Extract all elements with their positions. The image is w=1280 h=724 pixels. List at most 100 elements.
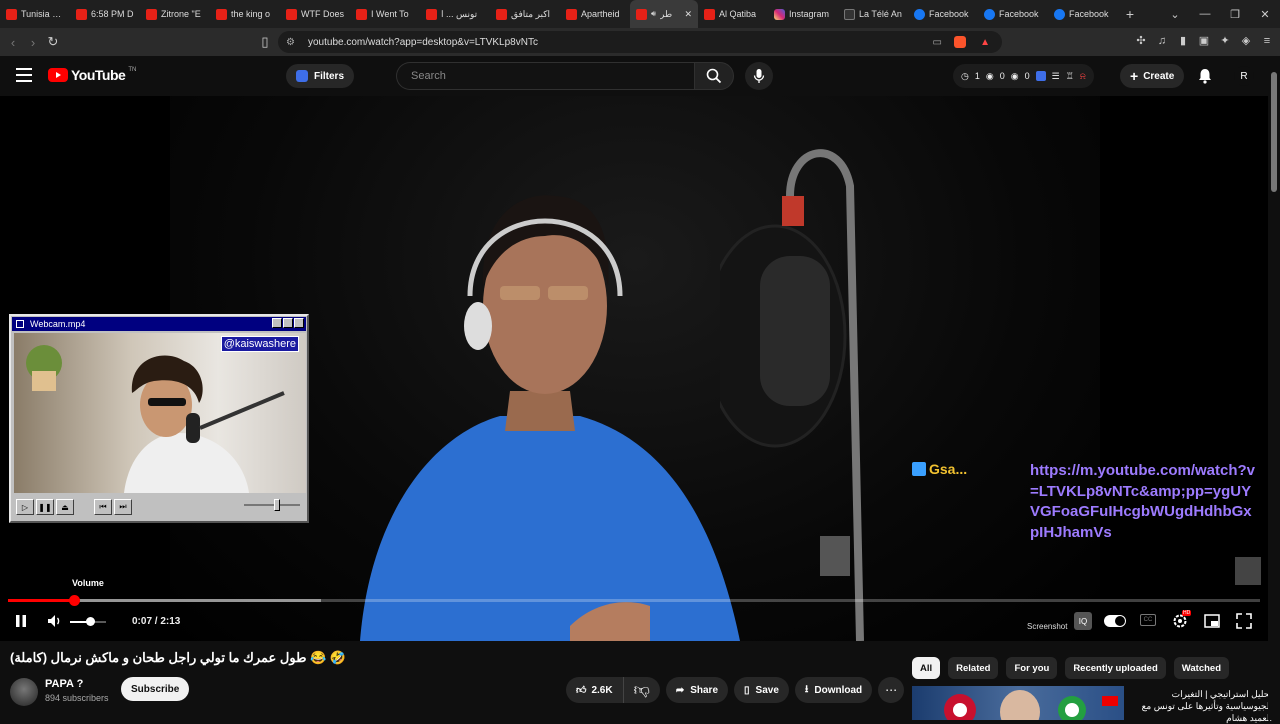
- sidebar-icon[interactable]: ▮: [1176, 34, 1190, 48]
- extensions-icon[interactable]: ✣: [1134, 34, 1148, 48]
- brave-shield-icon[interactable]: [954, 36, 966, 48]
- browser-tab[interactable]: Zitrone "E: [140, 0, 210, 28]
- volume-icon[interactable]: [46, 612, 64, 630]
- maximize-icon[interactable]: [283, 318, 293, 328]
- iq-icon[interactable]: IQ: [1074, 612, 1092, 630]
- recommended-video-title[interactable]: تحليل استراتيجي | التغيرات الجيوسياسية و…: [1132, 688, 1272, 724]
- progress-bar[interactable]: [8, 595, 1260, 606]
- channel-name[interactable]: PAPA ?: [45, 678, 83, 690]
- chip-all[interactable]: All: [912, 657, 941, 679]
- browser-tab[interactable]: Facebook: [908, 0, 978, 28]
- vpn-icon[interactable]: ◈: [1239, 34, 1253, 48]
- like-dislike-group: 👍︎ 2.6K 👎︎: [566, 677, 660, 703]
- pause-icon[interactable]: ❚❚: [36, 499, 54, 515]
- reload-icon[interactable]: ↻: [43, 34, 63, 50]
- like-button[interactable]: 👍︎ 2.6K: [566, 677, 624, 703]
- browser-tab[interactable]: 6:58 PM D: [70, 0, 140, 28]
- minimize-icon[interactable]: [272, 318, 282, 328]
- notifications-bell-icon[interactable]: [1196, 67, 1214, 85]
- screenshot-label[interactable]: Screenshot: [1027, 622, 1067, 631]
- captions-icon[interactable]: CC: [1140, 614, 1156, 626]
- restore-button[interactable]: ❐: [1220, 8, 1250, 21]
- webcam-titlebar[interactable]: Webcam.mp4: [12, 317, 306, 331]
- save-button[interactable]: ▯ Save: [734, 677, 789, 703]
- browser-tab[interactable]: Tunisia - ...: [0, 0, 70, 28]
- close-tab-icon[interactable]: ✕: [684, 9, 692, 20]
- audio-playing-icon[interactable]: 🔊︎: [651, 9, 656, 19]
- browser-menu-icon[interactable]: ≡: [1260, 34, 1274, 48]
- minimize-button[interactable]: —: [1190, 8, 1220, 20]
- search-input[interactable]: Search: [396, 62, 694, 90]
- chip-for-you[interactable]: For you: [1006, 657, 1058, 679]
- volume-knob[interactable]: [85, 617, 95, 626]
- channel-avatar[interactable]: [10, 678, 38, 706]
- eject-icon[interactable]: ⏏: [56, 499, 74, 515]
- site-info-icon[interactable]: ⚙: [286, 37, 298, 48]
- cast-icon[interactable]: ▭: [933, 37, 942, 48]
- volume-tooltip: Volume: [72, 578, 104, 588]
- fullscreen-icon[interactable]: [1235, 612, 1253, 630]
- webcam-volume-slider[interactable]: [244, 499, 300, 511]
- webcam-controls: ▷ ❚❚ ⏏ ⏮ ⏭: [14, 496, 306, 518]
- chip-recently-uploaded[interactable]: Recently uploaded: [1065, 657, 1166, 679]
- browser-tab[interactable]: Al Qatiba: [698, 0, 768, 28]
- search-button[interactable]: [694, 62, 734, 90]
- leo-icon[interactable]: ✦: [1218, 34, 1232, 48]
- page-scrollbar[interactable]: [1268, 56, 1280, 720]
- chat-message-url: https://m.youtube.com/watch?v=LTVKLp8vNT…: [1030, 462, 1256, 541]
- account-avatar[interactable]: R: [1234, 66, 1254, 86]
- bookmark-icon[interactable]: ▯: [255, 34, 275, 50]
- tab-title: Facebook: [1069, 9, 1109, 19]
- filters-button[interactable]: Filters: [286, 64, 355, 88]
- chip-related[interactable]: Related: [948, 657, 999, 679]
- download-button[interactable]: ⭳ Download: [794, 677, 873, 703]
- tab-list-icon[interactable]: ⌄: [1160, 8, 1190, 21]
- play-icon[interactable]: ▷: [16, 499, 34, 515]
- filters-label: Filters: [314, 70, 345, 82]
- create-button[interactable]: + Create: [1120, 64, 1185, 88]
- wallet-icon[interactable]: ▣: [1197, 34, 1211, 48]
- extension-stats[interactable]: ◷ 1 ◉ 0 ◉ 0 ☰ ♖ ⍾: [953, 64, 1094, 88]
- hamburger-menu-icon[interactable]: [16, 68, 32, 82]
- browser-tab[interactable]: the king o: [210, 0, 280, 28]
- next-icon[interactable]: ⏭: [114, 499, 132, 515]
- browser-tab[interactable]: Instagram: [768, 0, 838, 28]
- more-actions-button[interactable]: ⋯: [878, 677, 905, 703]
- progress-scrubber[interactable]: [69, 595, 81, 606]
- autoplay-toggle[interactable]: [1104, 615, 1126, 627]
- dislike-button[interactable]: 👎︎: [624, 677, 660, 703]
- browser-tab[interactable]: Facebook: [1048, 0, 1118, 28]
- browser-tab[interactable]: 🔊︎ طر ✕: [630, 0, 698, 28]
- browser-tab[interactable]: Apartheid: [560, 0, 630, 28]
- eye-icon: ◉: [985, 70, 994, 81]
- chip-watched[interactable]: Watched: [1173, 657, 1230, 679]
- previous-icon[interactable]: ⏮: [94, 499, 112, 515]
- tab-title: La Télé An: [859, 9, 902, 19]
- media-icon[interactable]: ♫: [1155, 34, 1169, 48]
- address-bar[interactable]: ⚙ youtube.com/watch?app=desktop&v=LTVKLp…: [278, 31, 1002, 53]
- browser-tab[interactable]: I Went To: [350, 0, 420, 28]
- browser-tab[interactable]: La Télé An: [838, 0, 908, 28]
- subscribe-button[interactable]: Subscribe: [121, 677, 190, 701]
- browser-tab[interactable]: Facebook: [978, 0, 1048, 28]
- pause-icon[interactable]: [12, 612, 30, 630]
- rewards-icon[interactable]: ▲: [980, 37, 990, 48]
- voice-search-button[interactable]: [745, 62, 773, 90]
- close-icon[interactable]: [294, 318, 304, 328]
- close-window-button[interactable]: ✕: [1250, 8, 1280, 21]
- volume-slider[interactable]: [70, 617, 106, 626]
- bookmark-icon: ▯: [744, 684, 750, 696]
- tab-title: Zitrone "E: [161, 9, 201, 19]
- forward-icon[interactable]: ›: [23, 35, 43, 50]
- video-player[interactable]: Webcam.mp4 @kaiswashere ▷ ❚❚ ⏏ ⏮ ⏭ Gsa..…: [0, 96, 1268, 641]
- share-button[interactable]: ➦ Share: [665, 677, 729, 703]
- new-tab-button[interactable]: +: [1118, 6, 1142, 22]
- back-icon[interactable]: ‹: [3, 35, 23, 50]
- recommended-video-thumbnail[interactable]: [912, 686, 1124, 720]
- browser-tab[interactable]: اكبر متافق: [490, 0, 560, 28]
- browser-tab[interactable]: تونس ... ا: [420, 0, 490, 28]
- webcam-window[interactable]: Webcam.mp4 @kaiswashere ▷ ❚❚ ⏏ ⏮ ⏭: [9, 314, 309, 523]
- miniplayer-icon[interactable]: [1203, 612, 1221, 630]
- youtube-logo[interactable]: YouTube TN: [48, 67, 136, 83]
- browser-tab[interactable]: WTF Does: [280, 0, 350, 28]
